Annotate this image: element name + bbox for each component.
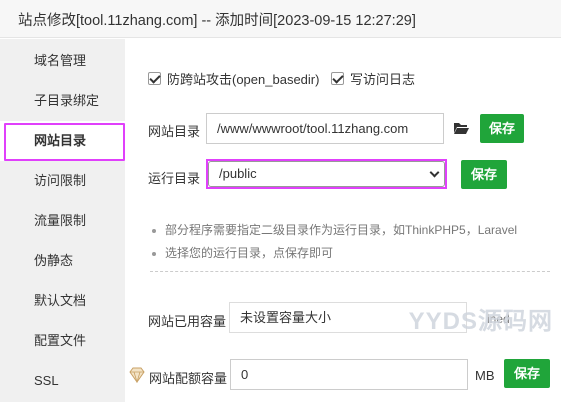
sidebar-item-label: 配置文件 — [34, 333, 87, 348]
open-basedir-checkbox[interactable] — [148, 71, 161, 85]
sidebar-item-ssl[interactable]: SSL — [0, 361, 125, 401]
title-bar: 站点修改[tool.11zhang.com] -- 添加时间[2023-09-1… — [0, 0, 561, 38]
main-panel: 防跨站攻击(open_basedir) 写访问日志 网站目录 /www/wwwr… — [125, 39, 561, 402]
sidebar-item-traffic-limit[interactable]: 流量限制 — [0, 201, 125, 241]
run-dir-select[interactable]: /public — [208, 161, 445, 187]
sidebar-item-default-doc[interactable]: 默认文档 — [0, 281, 125, 321]
save-site-dir-button[interactable]: 保存 — [480, 114, 524, 143]
bullet-icon — [152, 228, 156, 233]
open-basedir-checkbox-row[interactable]: 防跨站攻击(open_basedir) — [148, 70, 320, 87]
tip-item: 选择您的运行目录，点保存即可 — [152, 244, 333, 261]
access-log-label: 写访问日志 — [350, 71, 416, 87]
sidebar-item-config-file[interactable]: 配置文件 — [0, 321, 125, 361]
watermark: YYDS源码网 — [408, 308, 553, 335]
sidebar-item-subdir[interactable]: 子目录绑定 — [0, 81, 125, 121]
sidebar-item-label: 伪静态 — [34, 253, 74, 268]
used-capacity-label: 网站已用容量 — [148, 314, 227, 329]
quota-unit: MB — [475, 368, 495, 383]
sidebar: 域名管理 子目录绑定 网站目录 访问限制 流量限制 伪静态 默认文档 配置文件 … — [0, 39, 125, 402]
diamond-icon — [129, 367, 145, 383]
sidebar-item-access-limit[interactable]: 访问限制 — [0, 161, 125, 201]
sidebar-item-label: 域名管理 — [34, 53, 87, 68]
folder-open-icon[interactable] — [453, 121, 470, 135]
sidebar-item-label: SSL — [34, 373, 59, 388]
sidebar-item-label: 流量限制 — [34, 213, 87, 228]
highlight-box — [4, 123, 125, 161]
save-run-dir-button[interactable]: 保存 — [461, 160, 507, 189]
chevron-down-icon — [429, 167, 440, 178]
sidebar-item-label: 默认文档 — [34, 293, 87, 308]
quota-label: 网站配额容量 — [149, 371, 228, 386]
access-log-checkbox[interactable] — [331, 71, 344, 85]
sidebar-item-label: 子目录绑定 — [34, 93, 100, 108]
site-dir-input[interactable]: /www/wwwroot/tool.11zhang.com — [206, 113, 444, 144]
run-dir-label: 运行目录 — [148, 171, 201, 186]
quota-input[interactable]: 0 — [230, 359, 468, 390]
access-log-checkbox-row[interactable]: 写访问日志 — [331, 70, 416, 87]
save-quota-button[interactable]: 保存 — [504, 359, 550, 388]
window-title: 站点修改[tool.11zhang.com] -- 添加时间[2023-09-1… — [18, 13, 416, 29]
open-basedir-label: 防跨站攻击(open_basedir) — [167, 71, 320, 87]
divider — [150, 271, 550, 272]
site-dir-label: 网站目录 — [148, 124, 201, 139]
sidebar-item-site-dir[interactable]: 网站目录 — [0, 121, 125, 161]
tip-text: 部分程序需要指定二级目录作为运行目录，如ThinkPHP5，Laravel — [165, 223, 518, 237]
bullet-icon — [152, 251, 156, 256]
tip-item: 部分程序需要指定二级目录作为运行目录，如ThinkPHP5，Laravel — [152, 221, 517, 238]
sidebar-item-rewrite[interactable]: 伪静态 — [0, 241, 125, 281]
tip-text: 选择您的运行目录，点保存即可 — [165, 246, 334, 260]
sidebar-item-label: 访问限制 — [34, 173, 87, 188]
run-dir-value: /public — [219, 166, 257, 181]
sidebar-item-domain[interactable]: 域名管理 — [0, 41, 125, 81]
